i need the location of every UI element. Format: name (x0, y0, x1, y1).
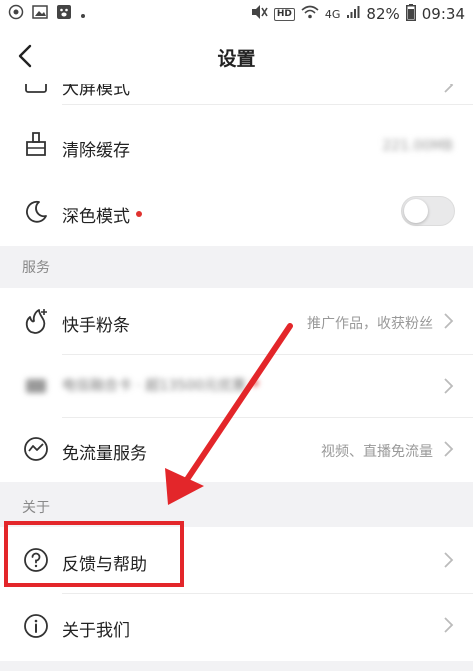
cache-size: 221.00MB (382, 138, 453, 154)
settings-row-label: 电信融合卡 · 超13500元优惠 (62, 378, 246, 394)
nav-bar: 设置 (0, 28, 473, 84)
chevron-right-icon (443, 616, 455, 634)
chevron-right-icon (443, 84, 455, 94)
settings-row-feedback-help[interactable]: 反馈与帮助 (0, 527, 473, 593)
help-icon (22, 546, 50, 574)
dot-icon (80, 5, 86, 23)
battery-percent: 82% (366, 5, 400, 23)
hd-badge: HD (273, 7, 295, 21)
battery-icon (405, 3, 416, 25)
screen-icon (22, 84, 50, 98)
settings-row-free-traffic[interactable]: 免流量服务 视频、直播免流量 (0, 418, 473, 482)
toggle-knob (404, 199, 428, 223)
chevron-right-icon (443, 312, 455, 330)
fans-icon (22, 307, 50, 335)
settings-row-label: 关于我们 (62, 621, 130, 641)
settings-row-dark-mode[interactable]: 深色模式 (0, 178, 473, 246)
clock: 09:34 (421, 5, 465, 23)
traffic-icon (22, 435, 50, 463)
settings-row-label-wrap: 电信融合卡 · 超13500元优惠 (62, 375, 258, 395)
settings-row-label: 反馈与帮助 (62, 555, 147, 575)
settings-row-card-promo[interactable]: 电信融合卡 · 超13500元优惠 (0, 355, 473, 417)
settings-row-value: 推广作品，收获粉丝 (307, 316, 433, 332)
paw-icon (56, 4, 72, 24)
chevron-right-icon (443, 551, 455, 569)
dark-mode-toggle[interactable] (401, 196, 455, 226)
settings-row-label: 快手粉条 (62, 316, 130, 336)
settings-row-large-screen[interactable]: 大屏模式 (0, 84, 473, 104)
settings-row-label: 清除缓存 (62, 141, 130, 161)
network-type: 4G (324, 7, 341, 21)
mute-icon (250, 4, 268, 24)
settings-group-services: 快手粉条 推广作品，收获粉丝 电信融合卡 · 超13500元优惠 免流量服务 视… (0, 288, 473, 482)
settings-row-clear-cache[interactable]: 清除缓存 221.00MB (0, 104, 473, 178)
status-bar: HD 4G 82% 09:34 (0, 0, 473, 28)
card-icon (22, 372, 50, 400)
broom-icon (22, 130, 50, 158)
section-header: 关于 (22, 500, 50, 516)
compass-icon (8, 4, 24, 24)
signal-icon (346, 5, 360, 23)
settings-row-label: 深色模式 (62, 207, 130, 227)
info-icon (22, 612, 50, 640)
image-icon (32, 5, 48, 23)
settings-row-label-wrap: 深色模式 (62, 202, 142, 227)
settings-row-label: 免流量服务 (62, 444, 147, 464)
chevron-right-icon (443, 440, 455, 458)
red-dot-badge (136, 211, 142, 217)
red-dot-badge (251, 380, 258, 386)
page-title: 设置 (217, 48, 256, 70)
settings-row-about-us[interactable]: 关于我们 (0, 594, 473, 658)
settings-row-value: 视频、直播免流量 (321, 444, 433, 460)
section-header: 服务 (22, 260, 50, 276)
settings-group-general: 清除缓存 221.00MB 深色模式 (0, 104, 473, 246)
settings-row-fans[interactable]: 快手粉条 推广作品，收获粉丝 (0, 288, 473, 354)
moon-icon (22, 198, 50, 226)
settings-row-label: 大屏模式 (62, 84, 130, 99)
chevron-right-icon (443, 377, 455, 395)
settings-group-about: 反馈与帮助 关于我们 (0, 527, 473, 661)
wifi-icon (301, 5, 319, 23)
